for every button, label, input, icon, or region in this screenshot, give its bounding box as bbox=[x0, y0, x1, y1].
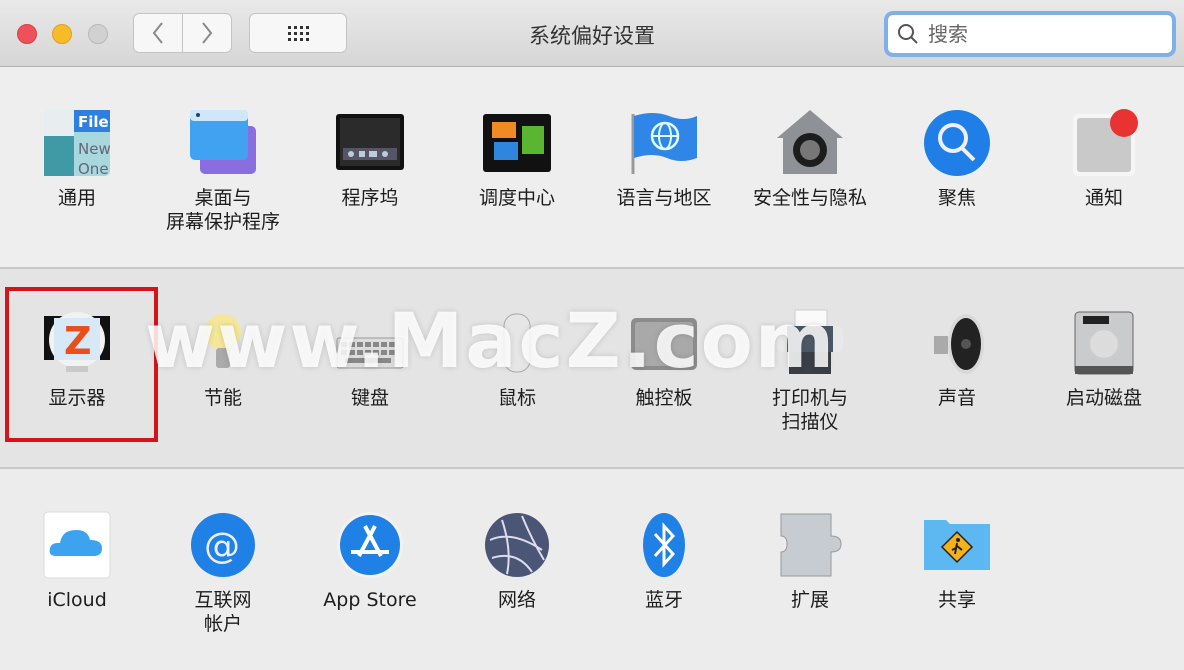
pref-label: 安全性与隐私 bbox=[752, 187, 867, 209]
pref-label: 蓝牙 bbox=[644, 589, 683, 611]
pref-label: 桌面与 屏幕保护程序 bbox=[165, 187, 280, 233]
pref-extensions[interactable]: 扩展 bbox=[740, 510, 880, 612]
search-input[interactable] bbox=[926, 21, 1150, 47]
watermark: www.MacZ.com bbox=[145, 296, 837, 385]
pref-label: 调度中心 bbox=[478, 187, 555, 209]
pref-label: 打印机与 扫描仪 bbox=[771, 387, 848, 433]
general-icon: File New One bbox=[42, 108, 112, 178]
pref-icloud[interactable]: iCloud bbox=[7, 510, 147, 612]
desktop-screensaver-icon bbox=[188, 108, 258, 178]
bluetooth-icon bbox=[629, 510, 699, 580]
pref-sound[interactable]: 声音 bbox=[887, 308, 1027, 410]
pref-label: 触控板 bbox=[635, 387, 693, 409]
pref-label: 节能 bbox=[203, 387, 242, 409]
pref-bluetooth[interactable]: 蓝牙 bbox=[594, 510, 734, 612]
pref-label: 共享 bbox=[937, 589, 976, 611]
pref-label: 扩展 bbox=[790, 589, 829, 611]
sharing-icon bbox=[922, 510, 992, 580]
language-region-icon bbox=[629, 108, 699, 178]
startup-disk-icon bbox=[1069, 308, 1139, 378]
pref-dock[interactable]: 程序坞 bbox=[300, 108, 440, 210]
pref-label: 聚焦 bbox=[937, 187, 976, 209]
search-icon bbox=[898, 24, 918, 44]
network-icon bbox=[482, 510, 552, 580]
window-titlebar: 系统偏好设置 bbox=[0, 0, 1184, 67]
extensions-icon bbox=[775, 510, 845, 580]
spotlight-icon bbox=[922, 108, 992, 178]
app-store-icon bbox=[335, 510, 405, 580]
pref-notifications[interactable]: 通知 bbox=[1034, 108, 1174, 210]
pref-label: App Store bbox=[323, 589, 417, 611]
icloud-icon bbox=[42, 510, 112, 580]
mission-control-icon bbox=[482, 108, 552, 178]
svg-text:File: File bbox=[78, 113, 109, 131]
search-field[interactable] bbox=[884, 11, 1176, 57]
pref-security-privacy[interactable]: 安全性与隐私 bbox=[740, 108, 880, 210]
internet-accounts-icon: @ bbox=[188, 510, 258, 580]
pref-label: 程序坞 bbox=[341, 187, 399, 209]
pref-general[interactable]: File New One 通用 bbox=[7, 108, 147, 210]
pref-mission-control[interactable]: 调度中心 bbox=[447, 108, 587, 210]
pref-spotlight[interactable]: 聚焦 bbox=[887, 108, 1027, 210]
security-privacy-icon bbox=[775, 108, 845, 178]
svg-text:@: @ bbox=[204, 526, 240, 567]
dock-icon bbox=[335, 108, 405, 178]
pref-language-region[interactable]: 语言与地区 bbox=[594, 108, 734, 210]
pref-label: 鼠标 bbox=[497, 387, 536, 409]
pref-label: 启动磁盘 bbox=[1065, 387, 1142, 409]
sound-icon bbox=[922, 308, 992, 378]
pref-label: 键盘 bbox=[350, 387, 389, 409]
pref-label: 语言与地区 bbox=[616, 187, 712, 209]
notifications-icon bbox=[1069, 108, 1139, 178]
pref-label: iCloud bbox=[47, 589, 107, 611]
pref-startup-disk[interactable]: 启动磁盘 bbox=[1034, 308, 1174, 410]
pref-label: 网络 bbox=[497, 589, 536, 611]
svg-text:One: One bbox=[78, 160, 109, 178]
pref-app-store[interactable]: App Store bbox=[300, 510, 440, 612]
pref-label: 通知 bbox=[1084, 187, 1123, 209]
highlight-box bbox=[5, 287, 158, 442]
pref-desktop-screensaver[interactable]: 桌面与 屏幕保护程序 bbox=[153, 108, 293, 234]
pref-label: 声音 bbox=[937, 387, 976, 409]
pref-internet-accounts[interactable]: @ 互联网 帐户 bbox=[153, 510, 293, 636]
pref-label: 通用 bbox=[57, 187, 96, 209]
pref-network[interactable]: 网络 bbox=[447, 510, 587, 612]
pref-label: 互联网 帐户 bbox=[194, 589, 252, 635]
pref-sharing[interactable]: 共享 bbox=[887, 510, 1027, 612]
svg-text:New: New bbox=[78, 140, 111, 158]
